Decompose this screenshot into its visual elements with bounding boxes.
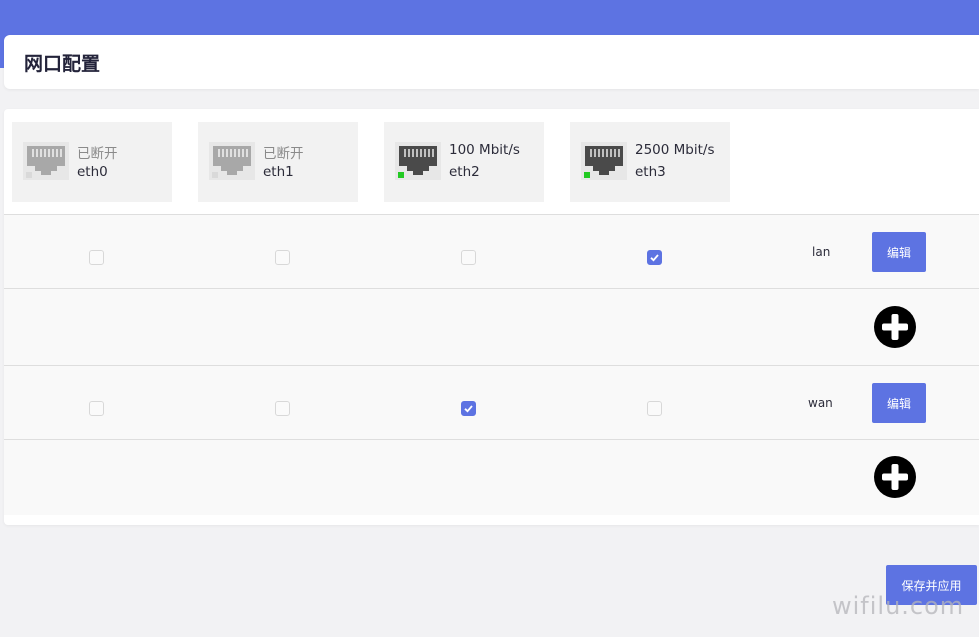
interface-row-wan: wan 编辑: [4, 365, 979, 439]
wan-eth2-checkbox[interactable]: [461, 401, 476, 416]
add-interface-row: [4, 288, 979, 365]
port-status: 100 Mbit/s: [449, 142, 520, 158]
ethernet-port-icon: [23, 142, 69, 180]
interface-row-lan: lan 编辑: [4, 214, 979, 288]
plus-circle-icon: [874, 306, 916, 348]
interface-name: lan: [812, 245, 831, 259]
lan-eth1-checkbox[interactable]: [275, 250, 290, 265]
page-title: 网口配置: [24, 53, 101, 75]
checkmark-icon: [650, 254, 659, 262]
network-ports-card: 已断开 eth0 已断开 eth1 100 Mbit/s eth2 2500 M…: [4, 109, 979, 525]
ethernet-port-icon: [209, 142, 255, 180]
port-name: eth3: [635, 164, 666, 180]
add-interface-row: [4, 439, 979, 515]
port-status: 2500 Mbit/s: [635, 142, 715, 158]
lan-eth0-checkbox[interactable]: [89, 250, 104, 265]
wan-eth1-checkbox[interactable]: [275, 401, 290, 416]
port-tile-eth3: 2500 Mbit/s eth3: [570, 122, 730, 202]
wan-eth0-checkbox[interactable]: [89, 401, 104, 416]
watermark: wifilu.com: [832, 592, 965, 620]
lan-eth3-checkbox[interactable]: [647, 250, 662, 265]
port-name: eth2: [449, 164, 480, 180]
port-status: 已断开: [263, 146, 304, 162]
add-interface-button[interactable]: [873, 305, 917, 349]
edit-lan-button[interactable]: 编辑: [872, 232, 926, 272]
edit-wan-button[interactable]: 编辑: [872, 383, 926, 423]
interface-name: wan: [808, 396, 833, 410]
port-name: eth0: [77, 164, 108, 180]
port-name: eth1: [263, 164, 294, 180]
checkmark-icon: [464, 405, 473, 413]
ethernet-port-icon: [395, 142, 441, 180]
add-interface-button[interactable]: [873, 455, 917, 499]
port-tile-eth2: 100 Mbit/s eth2: [384, 122, 544, 202]
port-tile-eth1: 已断开 eth1: [198, 122, 358, 202]
ethernet-port-icon: [581, 142, 627, 180]
title-card: 网口配置: [4, 35, 979, 89]
port-status: 已断开: [77, 146, 118, 162]
port-tile-eth0: 已断开 eth0: [12, 122, 172, 202]
lan-eth2-checkbox[interactable]: [461, 250, 476, 265]
wan-eth3-checkbox[interactable]: [647, 401, 662, 416]
plus-circle-icon: [874, 456, 916, 498]
